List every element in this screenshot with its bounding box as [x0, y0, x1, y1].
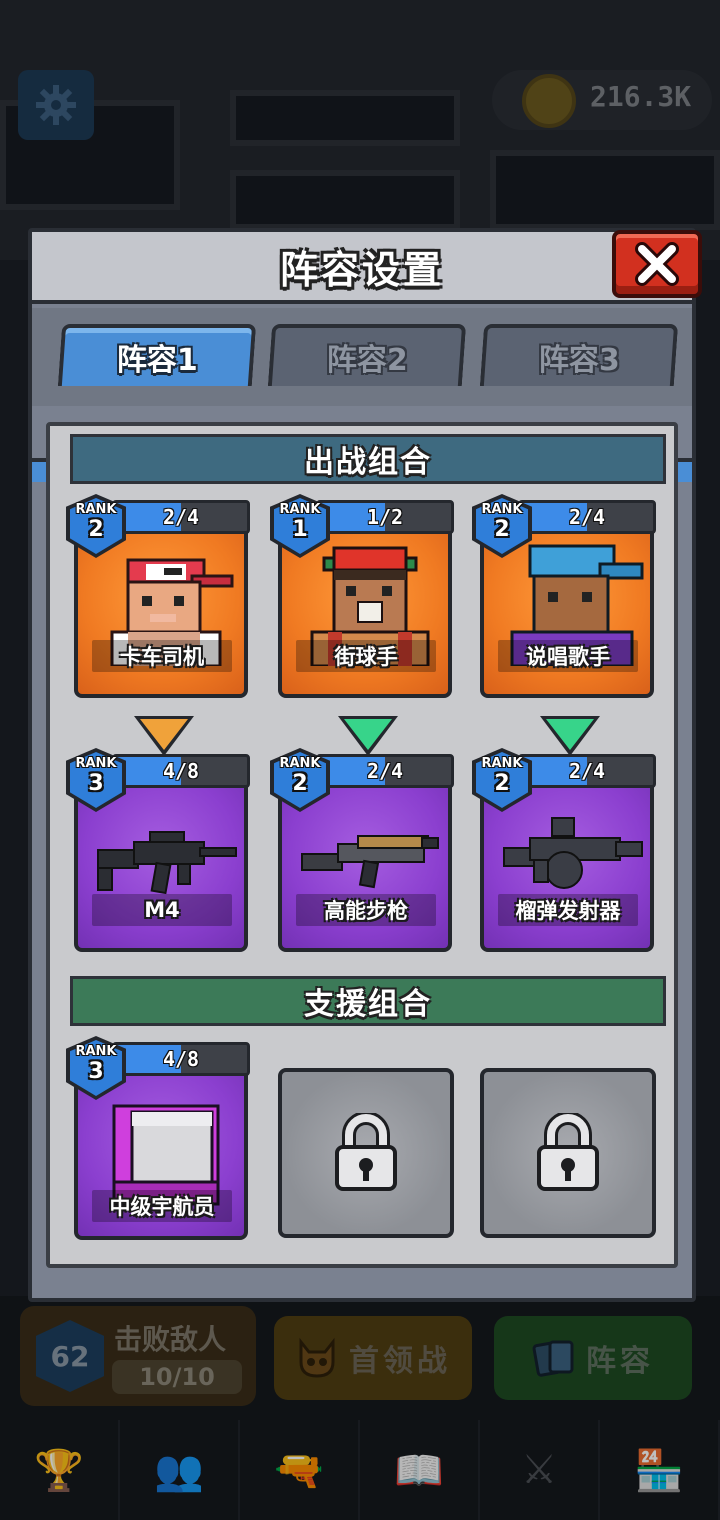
battle-section-header: 出战组合 — [70, 434, 666, 484]
tab-label: 阵容1 — [116, 343, 198, 378]
rank-label: RANK — [75, 756, 117, 771]
support-section-header: 支援组合 — [70, 976, 666, 1026]
weapon-card-energy-rifle[interactable]: 2/4 RANK 2 高能步枪 — [270, 748, 454, 952]
name-plate: 说唱歌手 — [498, 640, 638, 672]
name-plate: 街球手 — [296, 640, 436, 672]
weapon-name: 榴弹发射器 — [515, 899, 621, 923]
rank-value: 3 — [88, 771, 104, 796]
rank-label: RANK — [279, 502, 321, 517]
modal-title: 阵容设置 — [279, 247, 444, 292]
close-icon — [635, 242, 679, 286]
name-plate: 中级宇航员 — [92, 1190, 232, 1222]
support-card-astronaut[interactable]: 4/8 RANK 3 中级宇航员 — [66, 1036, 250, 1240]
progress-bar: 4/8 — [112, 1042, 250, 1076]
weapon-card-m4[interactable]: 4/8 RANK 3 M4 — [66, 748, 250, 952]
character-name: 说唱歌手 — [526, 645, 610, 669]
character-name: 中级宇航员 — [109, 1195, 215, 1219]
tab-label: 阵容2 — [326, 343, 408, 378]
progress-text: 2/4 — [366, 759, 404, 783]
rank-value: 1 — [292, 517, 308, 542]
modal-header: 阵容设置 — [32, 232, 692, 304]
rank-value: 2 — [88, 517, 104, 542]
padlock-icon — [537, 1113, 599, 1191]
close-button[interactable] — [612, 230, 702, 298]
lineup-tabs: 阵容1 阵容2 阵容3 — [32, 308, 692, 482]
rank-label: RANK — [75, 1044, 117, 1059]
support-section-title: 支援组合 — [304, 987, 432, 1022]
lineup-content: 出战组合 2/4 RANK 2 卡车司机 1/2 RANK 1 街球手 2/4 … — [46, 422, 678, 1268]
rank-value: 2 — [494, 771, 510, 796]
progress-text: 2/4 — [568, 759, 606, 783]
name-plate: 榴弹发射器 — [498, 894, 638, 926]
name-plate: 高能步枪 — [296, 894, 436, 926]
locked-slot[interactable] — [278, 1068, 454, 1238]
progress-bar: 2/4 — [316, 754, 454, 788]
rank-label: RANK — [75, 502, 117, 517]
progress-text: 4/8 — [162, 1047, 200, 1071]
rank-label: RANK — [481, 502, 523, 517]
character-card-trucker[interactable]: 2/4 RANK 2 卡车司机 — [66, 494, 250, 698]
tab-label: 阵容3 — [538, 343, 620, 378]
weapon-card-grenade-launcher[interactable]: 2/4 RANK 2 榴弹发射器 — [472, 748, 656, 952]
progress-bar: 4/8 — [112, 754, 250, 788]
padlock-icon — [335, 1113, 397, 1191]
progress-text: 2/4 — [162, 505, 200, 529]
rank-label: RANK — [481, 756, 523, 771]
progress-bar: 2/4 — [112, 500, 250, 534]
battle-section-title: 出战组合 — [304, 445, 432, 480]
character-name: 街球手 — [334, 645, 398, 669]
name-plate: 卡车司机 — [92, 640, 232, 672]
tab-lineup-2[interactable]: 阵容2 — [267, 324, 467, 386]
progress-bar: 2/4 — [518, 500, 656, 534]
weapon-name: 高能步枪 — [324, 899, 408, 923]
rank-value: 2 — [494, 517, 510, 542]
progress-text: 4/8 — [162, 759, 200, 783]
character-name: 卡车司机 — [120, 645, 204, 669]
progress-bar: 1/2 — [316, 500, 454, 534]
rank-label: RANK — [279, 756, 321, 771]
character-card-rapper[interactable]: 2/4 RANK 2 说唱歌手 — [472, 494, 656, 698]
progress-bar: 2/4 — [518, 754, 656, 788]
character-card-streetballer[interactable]: 1/2 RANK 1 街球手 — [270, 494, 454, 698]
locked-slot[interactable] — [480, 1068, 656, 1238]
progress-text: 2/4 — [568, 505, 606, 529]
name-plate: M4 — [92, 894, 232, 926]
weapon-name: M4 — [144, 898, 180, 922]
tab-lineup-3[interactable]: 阵容3 — [479, 324, 679, 386]
rank-value: 3 — [88, 1059, 104, 1084]
progress-text: 1/2 — [366, 505, 404, 529]
rank-value: 2 — [292, 771, 308, 796]
lineup-settings-modal: 阵容设置 阵容1 阵容2 阵容3 出战组合 2/4 RANK 2 卡车司机 1/… — [28, 228, 702, 1302]
tab-lineup-1[interactable]: 阵容1 — [57, 324, 257, 386]
